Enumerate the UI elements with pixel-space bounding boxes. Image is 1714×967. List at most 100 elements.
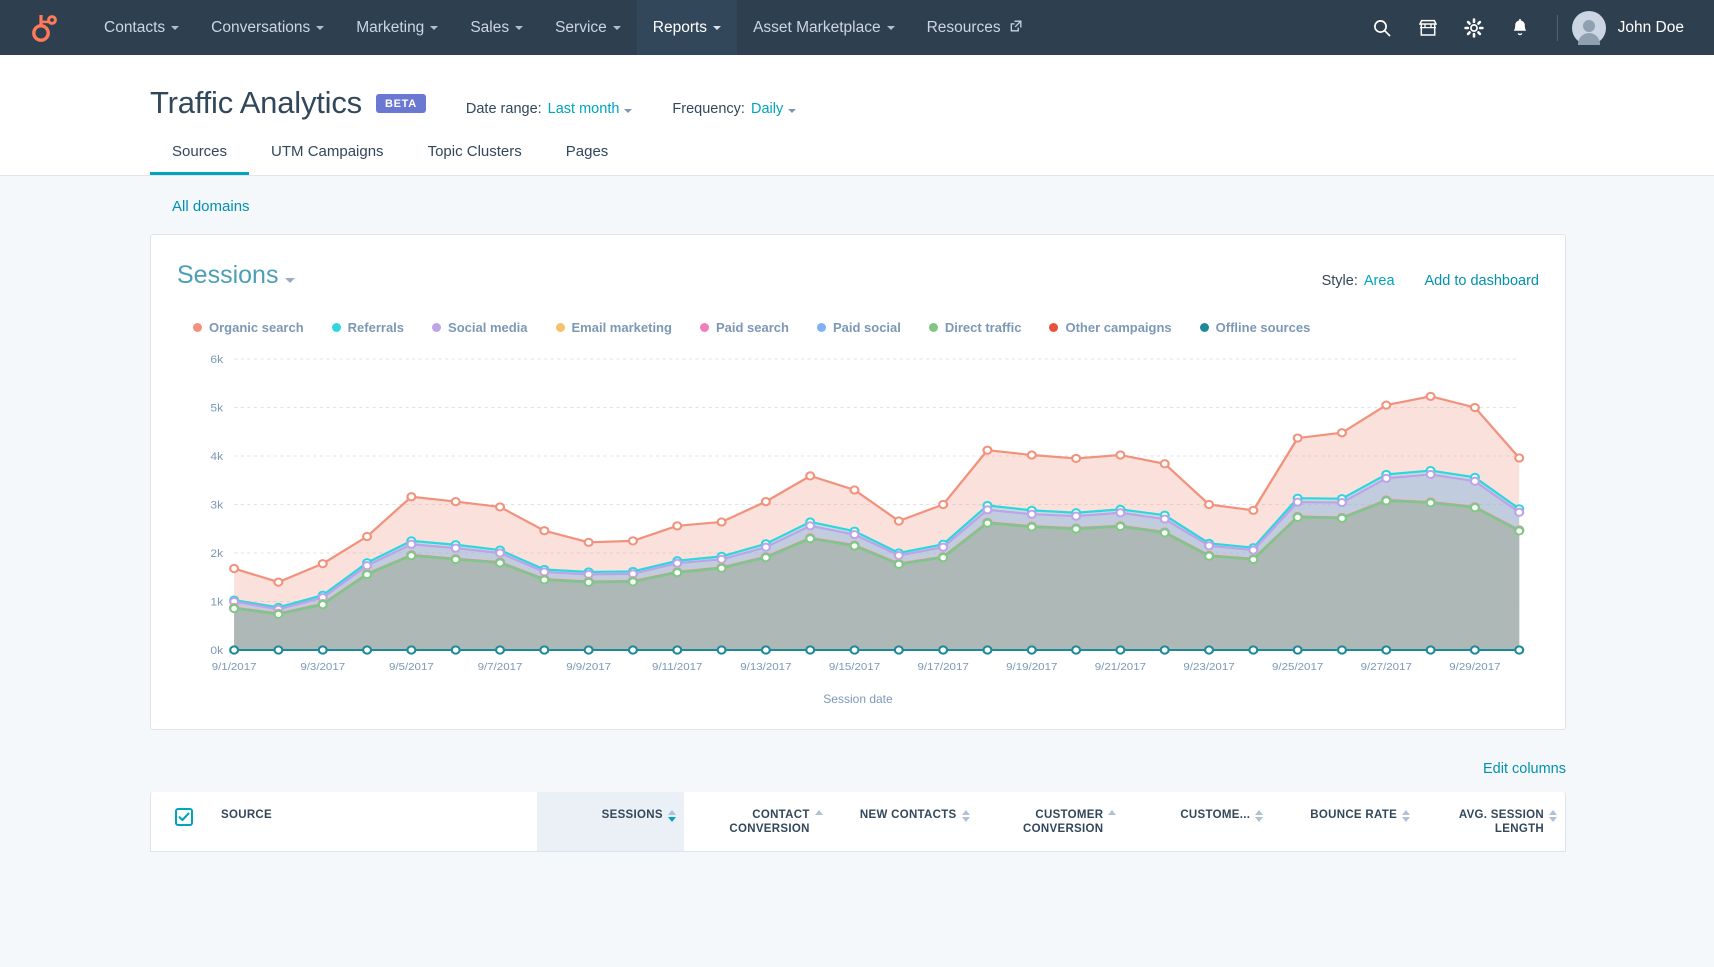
chart-style-control: Style: Area (1322, 273, 1395, 289)
nav-item-label: Contacts (104, 18, 166, 36)
nav-item-asset-marketplace[interactable]: Asset Marketplace (737, 0, 911, 55)
legend-item-direct-traffic[interactable]: Direct traffic (928, 320, 1021, 335)
column-header-sessions[interactable]: SESSIONS (537, 792, 684, 851)
sort-ascending-icon (814, 810, 823, 815)
legend-item-paid-search[interactable]: Paid search (699, 320, 789, 335)
column-header-bounce-rate[interactable]: BOUNCE RATE (1271, 792, 1418, 851)
chart-area: 0k 1k 2k 3k 4k 5k 6k 9/1/2017 9/3/2017 9/5/2017 9/… (177, 351, 1539, 711)
column-header-source[interactable]: SOURCE (207, 792, 537, 851)
tab-sources[interactable]: Sources (150, 143, 249, 175)
sort-indicator[interactable] (667, 810, 676, 822)
nav-item-service[interactable]: Service (539, 0, 637, 55)
nav-item-marketing[interactable]: Marketing (340, 0, 454, 55)
svg-text:4k: 4k (210, 451, 223, 462)
sessions-chart-card: Sessions Style: Area Add to dashboard Org… (150, 234, 1566, 730)
column-header-new-contacts[interactable]: NEW CONTACTS (831, 792, 978, 851)
sort-indicator[interactable] (1549, 810, 1557, 822)
sort-indicator[interactable] (961, 810, 970, 822)
legend-item-other-campaigns[interactable]: Other campaigns (1049, 320, 1172, 335)
sort-indicator[interactable] (814, 810, 823, 815)
column-label: SOURCE (221, 809, 273, 821)
frequency-label: Frequency: (672, 101, 745, 117)
svg-text:9/5/2017: 9/5/2017 (389, 661, 434, 672)
nav-item-reports[interactable]: Reports (636, 0, 738, 55)
svg-text:9/19/2017: 9/19/2017 (1006, 661, 1057, 672)
svg-text:9/9/2017: 9/9/2017 (566, 661, 611, 672)
all-domains-filter[interactable]: All domains (172, 198, 257, 215)
tab-label: UTM Campaigns (271, 143, 384, 160)
nav-item-label: Conversations (211, 18, 311, 36)
user-name[interactable]: John Doe (1618, 19, 1684, 37)
date-range-value[interactable]: Last month (548, 101, 620, 117)
legend-label: Organic search (209, 320, 304, 335)
search-icon[interactable] (1359, 0, 1405, 55)
nav-item-sales[interactable]: Sales (454, 0, 539, 55)
column-header-avg-session-length[interactable]: AVG. SESSION LENGTH (1418, 792, 1565, 851)
date-range-label: Date range: (465, 101, 542, 117)
svg-text:9/29/2017: 9/29/2017 (1449, 661, 1500, 672)
column-label: NEW CONTACTS (859, 809, 957, 821)
chart-card-header: Sessions Style: Area Add to dashboard (177, 261, 1539, 290)
nav-item-label: Resources (926, 18, 1001, 36)
legend-item-social-media[interactable]: Social media (432, 320, 528, 335)
legend-color-dot (1199, 323, 1209, 332)
avatar[interactable] (1571, 10, 1606, 45)
date-range-control: Date range: Last month (466, 101, 633, 117)
tab-label: Topic Clusters (427, 143, 522, 160)
metric-title-label: Sessions (177, 261, 279, 289)
main-content: All domains Sessions Style: Area Add to d… (0, 176, 1714, 852)
legend-item-email-marketing[interactable]: Email marketing (555, 320, 672, 335)
chevron-down-icon[interactable] (624, 109, 633, 113)
legend-item-organic-search[interactable]: Organic search (193, 320, 304, 335)
tab-label: Pages (565, 143, 609, 160)
notifications-icon[interactable] (1497, 0, 1543, 55)
all-domains-label: All domains (172, 198, 250, 215)
frequency-control: Frequency: Daily (672, 101, 797, 117)
chevron-down-icon (886, 25, 895, 30)
sort-indicator[interactable] (1402, 810, 1411, 822)
chevron-down-icon (713, 25, 722, 30)
nav-item-label: Asset Marketplace (753, 18, 881, 36)
nav-item-conversations[interactable]: Conversations (195, 0, 340, 55)
chevron-down-icon (171, 25, 180, 30)
svg-text:9/17/2017: 9/17/2017 (918, 661, 969, 672)
chevron-down-icon[interactable] (788, 109, 797, 113)
tab-topic-clusters[interactable]: Topic Clusters (406, 143, 544, 175)
page-title: Traffic Analytics (150, 85, 362, 120)
chart-legend: Organic search Referrals Social media Email… (177, 320, 1539, 335)
legend-item-referrals[interactable]: Referrals (331, 320, 404, 335)
frequency-value[interactable]: Daily (751, 101, 783, 117)
nav-item-resources[interactable]: Resources (911, 0, 1038, 55)
svg-text:9/25/2017: 9/25/2017 (1272, 661, 1323, 672)
metric-selector[interactable]: Sessions (177, 261, 296, 290)
svg-text:9/15/2017: 9/15/2017 (829, 661, 880, 672)
style-value[interactable]: Area (1364, 273, 1395, 289)
svg-text:9/13/2017: 9/13/2017 (740, 661, 791, 672)
column-header-customers[interactable]: CUSTOME... (1124, 792, 1271, 851)
legend-item-paid-social[interactable]: Paid social (816, 320, 901, 335)
legend-label: Social media (448, 320, 528, 335)
svg-text:9/21/2017: 9/21/2017 (1095, 661, 1146, 672)
sort-indicator[interactable] (1255, 810, 1264, 822)
tab-pages[interactable]: Pages (544, 143, 631, 175)
sort-indicator[interactable] (1108, 810, 1117, 815)
legend-item-offline-sources[interactable]: Offline sources (1199, 320, 1310, 335)
gear-icon[interactable] (1451, 0, 1497, 55)
nav-item-label: Sales (470, 18, 510, 36)
nav-divider (1556, 14, 1558, 41)
add-to-dashboard-button[interactable]: Add to dashboard (1425, 273, 1539, 289)
legend-color-dot (432, 323, 442, 332)
select-all-checkbox[interactable] (175, 808, 193, 826)
column-header-contact-conversion[interactable]: CONTACT CONVERSION (684, 792, 831, 851)
tab-utm-campaigns[interactable]: UTM Campaigns (249, 143, 406, 175)
edit-columns-button[interactable]: Edit columns (1483, 761, 1566, 777)
column-header-customer-conversion[interactable]: CUSTOMER CONVERSION (978, 792, 1125, 851)
hubspot-sprocket-logo[interactable] (30, 13, 60, 43)
chevron-down-icon (316, 25, 325, 30)
sort-ascending-icon (667, 810, 676, 815)
nav-item-contacts[interactable]: Contacts (88, 0, 195, 55)
sessions-area-chart[interactable]: 0k 1k 2k 3k 4k 5k 6k 9/1/2017 9/3/2017 9/5/2017 9/… (177, 351, 1539, 686)
domain-filter-row: All domains (0, 176, 1714, 216)
column-label: CUSTOMER CONVERSION (1023, 809, 1104, 836)
marketplace-icon[interactable] (1405, 0, 1451, 55)
